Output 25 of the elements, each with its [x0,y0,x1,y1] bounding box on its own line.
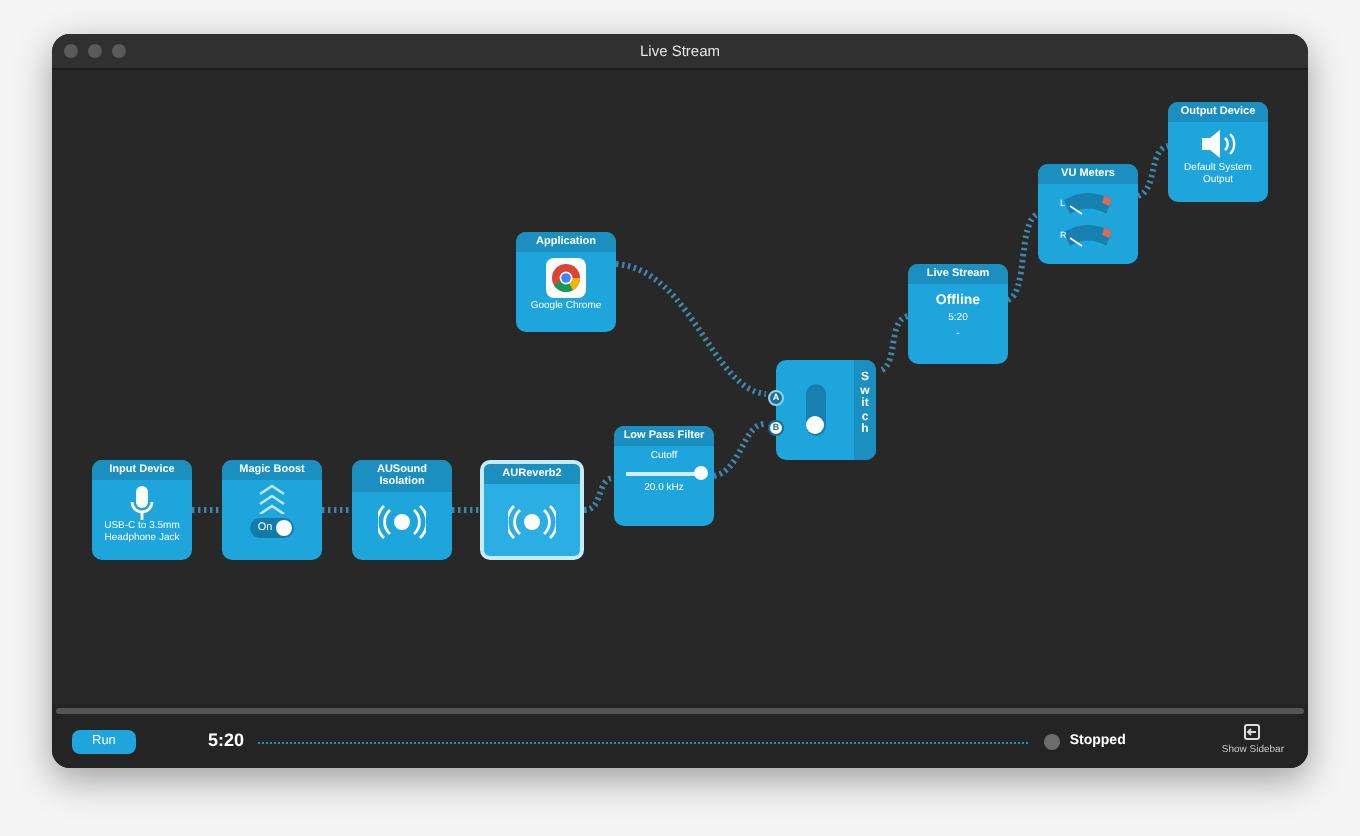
zoom-button[interactable] [112,44,126,58]
microphone-icon [130,486,154,523]
audio-unit-icon [508,502,556,543]
connection-line [322,507,352,513]
connection-line [713,421,765,479]
scrollbar[interactable] [56,708,1304,714]
vu-meter-icon [1060,222,1116,251]
connection-line [583,475,615,513]
slider-thumb[interactable] [694,465,708,480]
chevrons-icon [256,482,288,515]
switch-track[interactable] [805,384,825,436]
connection-line [1006,211,1040,303]
connection-line [192,507,222,513]
browser-icon [546,258,586,299]
connection-line [452,507,480,513]
sidebar-icon [1244,724,1261,741]
close-button[interactable] [64,44,78,58]
connection-line [1136,143,1170,199]
connection-line [880,313,910,373]
elapsed-time: 5:20 [207,728,244,755]
status-indicator [1043,734,1060,750]
minimize-button[interactable] [88,44,102,58]
audio-unit-icon [378,502,426,543]
vu-meter-icon [1060,190,1116,219]
speaker-icon [1198,128,1238,161]
